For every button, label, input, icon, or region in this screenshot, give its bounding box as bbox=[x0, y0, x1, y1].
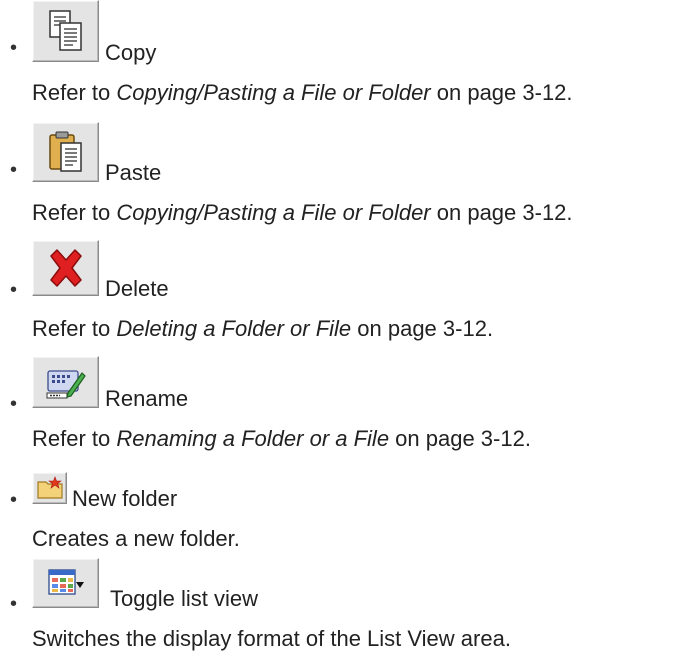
bullet: • bbox=[10, 393, 18, 415]
reference-prefix: Refer to bbox=[32, 316, 117, 341]
toggle-list-view-description: Switches the display format of the List … bbox=[32, 626, 511, 651]
bullet: • bbox=[10, 37, 18, 59]
reference-suffix: on page 3-12. bbox=[430, 200, 573, 225]
list-item-rename: • Rename Refer to Renaming a Folder or a… bbox=[0, 356, 692, 466]
new-folder-description: Creates a new folder. bbox=[32, 526, 240, 551]
delete-label: Delete bbox=[105, 276, 169, 301]
bullet: • bbox=[10, 593, 18, 615]
toggle-list-view-button[interactable] bbox=[32, 558, 99, 608]
delete-icon bbox=[49, 249, 82, 287]
toggle-list-view-label: Toggle list view bbox=[110, 586, 258, 611]
delete-button[interactable] bbox=[32, 240, 99, 296]
reference-suffix: on page 3-12. bbox=[430, 80, 573, 105]
reference-title: Copying/Pasting a File or Folder bbox=[116, 80, 431, 105]
paste-label: Paste bbox=[105, 160, 162, 185]
reference-prefix: Refer to bbox=[32, 426, 117, 451]
list-item-copy: • Copy Refer to Copying/Pasting a File o… bbox=[0, 0, 692, 110]
copy-label: Copy bbox=[105, 40, 157, 65]
paste-button[interactable] bbox=[32, 122, 99, 182]
bullet: • bbox=[10, 159, 18, 181]
list-item-toggle-list-view: • Toggle list view Switches the display … bbox=[0, 558, 692, 658]
new-folder-button[interactable] bbox=[32, 472, 67, 504]
copy-button[interactable] bbox=[32, 0, 99, 62]
rename-button[interactable] bbox=[32, 356, 99, 408]
reference-prefix: Refer to bbox=[32, 80, 117, 105]
paste-icon bbox=[48, 131, 82, 172]
toggle-list-view-icon bbox=[47, 569, 84, 595]
reference-prefix: Refer to bbox=[32, 200, 117, 225]
list-item-delete: • Delete Refer to Deleting a Folder or F… bbox=[0, 240, 692, 350]
reference-suffix: on page 3-12. bbox=[389, 426, 531, 451]
list-item-new-folder: • New folder Creates a new folder. bbox=[0, 472, 692, 552]
paste-reference: Refer to Copying/Pasting a File or Folde… bbox=[32, 200, 573, 226]
new-folder-icon bbox=[36, 476, 63, 499]
new-folder-label: New folder bbox=[72, 486, 178, 511]
delete-reference: Refer to Deleting a Folder or File on pa… bbox=[32, 316, 493, 342]
list-item-paste: • Paste Refer to Copying/Pasting a File … bbox=[0, 122, 692, 232]
reference-title: Deleting a Folder or File bbox=[116, 316, 352, 341]
copy-icon bbox=[48, 10, 82, 51]
bullet: • bbox=[10, 489, 18, 511]
copy-reference: Refer to Copying/Pasting a File or Folde… bbox=[32, 80, 573, 106]
reference-suffix: on page 3-12. bbox=[351, 316, 494, 341]
rename-reference: Refer to Renaming a Folder or a File on … bbox=[32, 426, 531, 452]
rename-label: Rename bbox=[105, 386, 189, 411]
reference-title: Renaming a Folder or a File bbox=[116, 426, 390, 451]
reference-title: Copying/Pasting a File or Folder bbox=[116, 200, 431, 225]
rename-icon bbox=[46, 370, 86, 399]
bullet: • bbox=[10, 279, 18, 301]
